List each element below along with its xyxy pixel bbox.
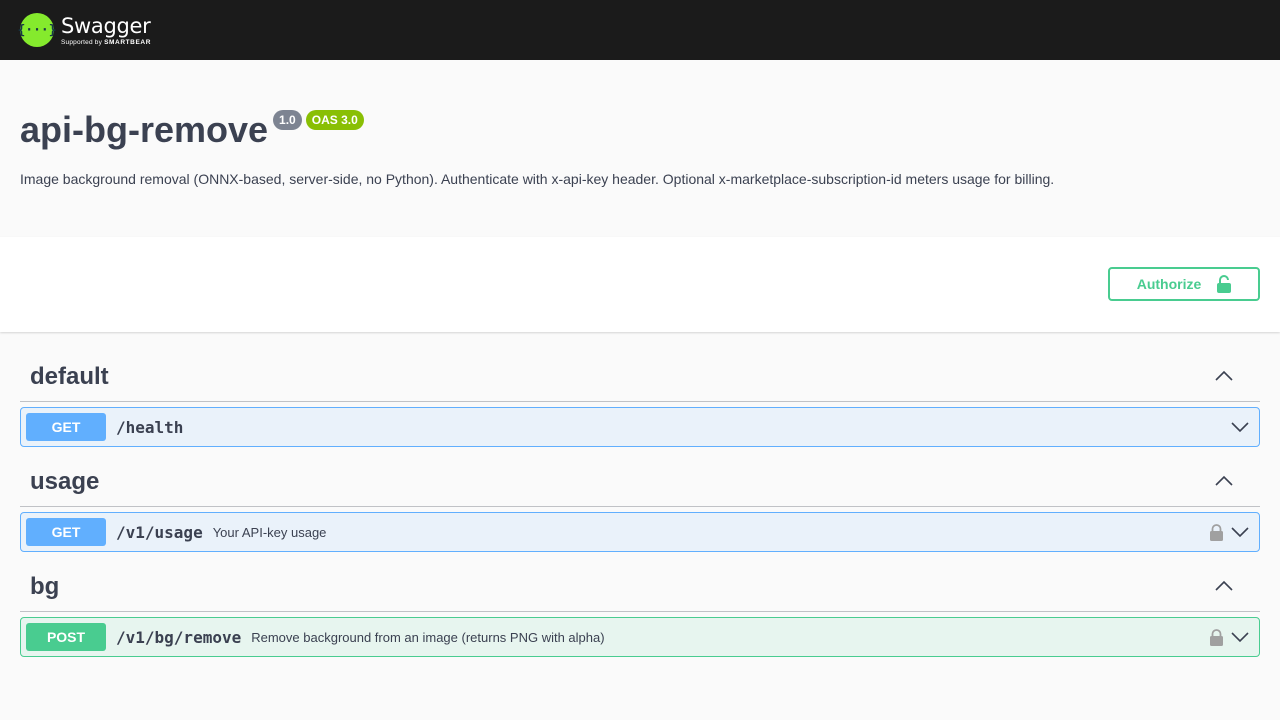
tag-section-default: default GET/health	[20, 332, 1260, 447]
chevron-down-icon[interactable]	[1231, 421, 1249, 433]
tag-name: default	[30, 363, 109, 390]
chevron-down-icon[interactable]	[1231, 631, 1249, 643]
method-badge: GET	[26, 518, 106, 546]
tag-name: usage	[30, 468, 100, 495]
tag-header[interactable]: default	[20, 332, 1260, 402]
lock-icon[interactable]	[1210, 628, 1223, 646]
method-badge: GET	[26, 413, 106, 441]
method-badge: POST	[26, 623, 106, 651]
chevron-up-icon[interactable]	[1213, 575, 1235, 597]
operation-path: /v1/usage	[116, 522, 203, 542]
unlock-icon	[1217, 275, 1232, 293]
operation-summary: Your API-key usage	[212, 524, 327, 540]
authorize-label: Authorize	[1136, 276, 1202, 292]
operation-summary: Remove background from an image (returns…	[251, 629, 605, 645]
authorize-button[interactable]: Authorize	[1108, 267, 1260, 301]
api-description: Image background removal (ONNX-based, se…	[20, 171, 1055, 187]
tag-header[interactable]: bg	[20, 552, 1260, 612]
api-info: api-bg-remove 1.0 OAS 3.0 Image backgrou…	[0, 60, 1280, 237]
version-badge: 1.0	[273, 110, 302, 130]
scheme-container: Authorize	[0, 237, 1280, 332]
operation-path: /health	[116, 417, 184, 437]
operation-path: /v1/bg/remove	[116, 627, 242, 647]
topbar: {···} Swagger Supported by SMARTBEAR	[0, 0, 1280, 60]
swagger-logo[interactable]: {···} Swagger Supported by SMARTBEAR	[17, 13, 152, 47]
operation-get[interactable]: GET/health	[20, 407, 1260, 447]
operations-list: default GET/health usage GET/v1/usage Your A…	[0, 332, 1280, 657]
tag-section-usage: usage GET/v1/usage Your API-key usage	[20, 447, 1260, 552]
chevron-down-icon[interactable]	[1231, 526, 1249, 538]
operation-post[interactable]: POST/v1/bg/remove Remove background from …	[20, 617, 1260, 657]
chevron-up-icon[interactable]	[1213, 365, 1235, 387]
operation-get[interactable]: GET/v1/usage Your API-key usage	[20, 512, 1260, 552]
oas-badge: OAS 3.0	[305, 110, 364, 130]
api-title: api-bg-remove	[20, 109, 269, 150]
tag-name: bg	[30, 573, 60, 600]
tag-section-bg: bg POST/v1/bg/remove Remove background fro…	[20, 552, 1260, 657]
swagger-logo-icon: {···}	[17, 13, 57, 47]
logo-subtitle: Supported by SMARTBEAR	[61, 38, 152, 46]
tag-header[interactable]: usage	[20, 447, 1260, 507]
logo-name: Swagger	[61, 13, 151, 38]
chevron-up-icon[interactable]	[1213, 470, 1235, 492]
lock-icon[interactable]	[1210, 523, 1223, 541]
